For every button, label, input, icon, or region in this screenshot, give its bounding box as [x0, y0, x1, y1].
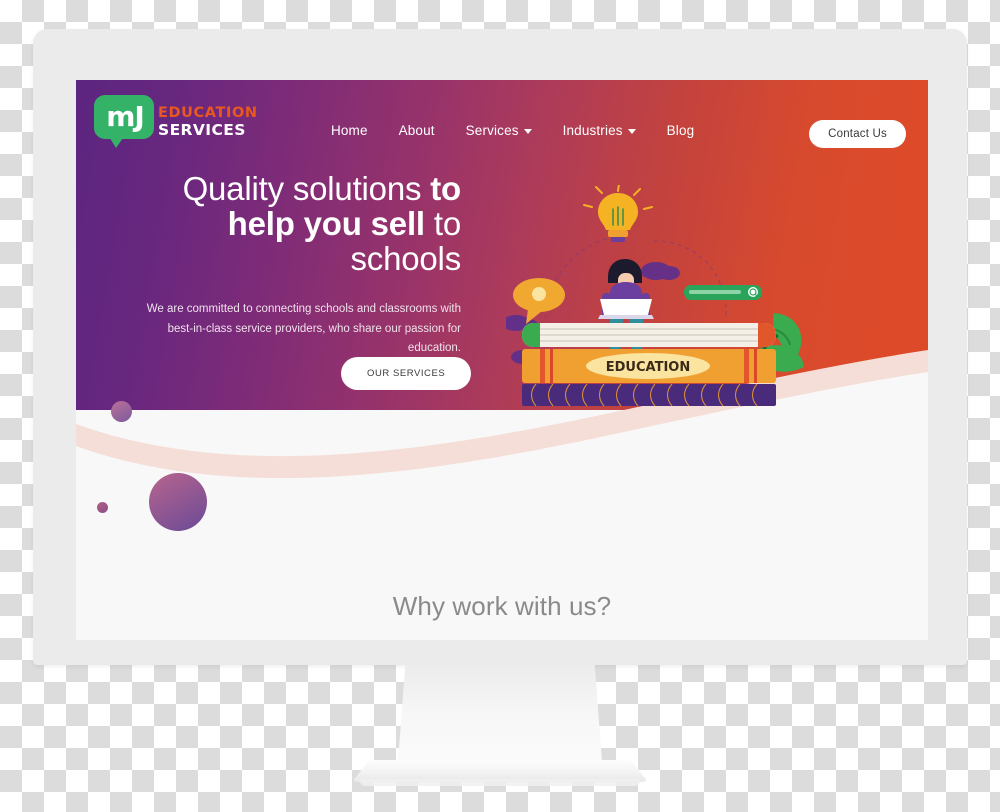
book-stack: EDUCATION — [522, 323, 776, 407]
main-navigation: Home About Services Industries Blog — [331, 123, 694, 138]
chevron-down-icon — [523, 129, 532, 134]
site-header: mJ EDUCATION SERVICES Home About Service… — [76, 80, 928, 154]
search-bar — [684, 285, 762, 300]
hero-illustration: EDUCATION — [502, 183, 806, 425]
decorative-circle-medium — [111, 401, 132, 422]
our-services-button[interactable]: OUR SERVICES — [341, 357, 472, 390]
monitor-mockup: mJ EDUCATION SERVICES Home About Service… — [33, 29, 967, 665]
lightbulb — [583, 183, 653, 242]
nav-label: About — [398, 123, 435, 138]
contact-us-button[interactable]: Contact Us — [809, 120, 906, 148]
nav-label: Industries — [562, 123, 623, 138]
hero-section: mJ EDUCATION SERVICES Home About Service… — [76, 80, 928, 531]
decorative-circle-small — [97, 502, 108, 513]
nav-item-industries[interactable]: Industries — [563, 123, 636, 138]
nav-label: Home — [331, 123, 368, 138]
book-label: EDUCATION — [606, 360, 690, 375]
hero-copy: Quality solutions to help you sell to sc… — [146, 170, 462, 359]
site-logo[interactable]: mJ EDUCATION SERVICES — [94, 95, 257, 148]
why-section-title: Why work with us? — [392, 591, 612, 621]
logo-word-education: EDUCATION — [158, 105, 258, 121]
hero-subtitle: We are committed to connecting schools a… — [146, 302, 461, 355]
hero-title: Quality solutions to help you sell to sc… — [146, 170, 462, 277]
nav-item-home[interactable]: Home — [331, 123, 368, 138]
logo-monogram: mJ — [106, 100, 145, 133]
why-work-with-us-section: Why work with us? We help you grow your … — [76, 535, 928, 640]
monitor-stand-neck — [397, 665, 603, 775]
chevron-down-icon — [627, 129, 636, 134]
hero-title-part1: Quality solutions — [182, 170, 431, 207]
nav-label: Services — [465, 123, 519, 138]
browser-screen: mJ EDUCATION SERVICES Home About Service… — [76, 80, 928, 640]
logo-word-services: SERVICES — [158, 121, 246, 139]
monitor-stand-foot — [360, 779, 640, 786]
nav-label: Blog — [666, 123, 695, 138]
nav-item-services[interactable]: Services — [466, 123, 532, 138]
decorative-circle-large — [149, 473, 207, 531]
nav-item-blog[interactable]: Blog — [667, 123, 695, 138]
nav-item-about[interactable]: About — [399, 123, 435, 138]
